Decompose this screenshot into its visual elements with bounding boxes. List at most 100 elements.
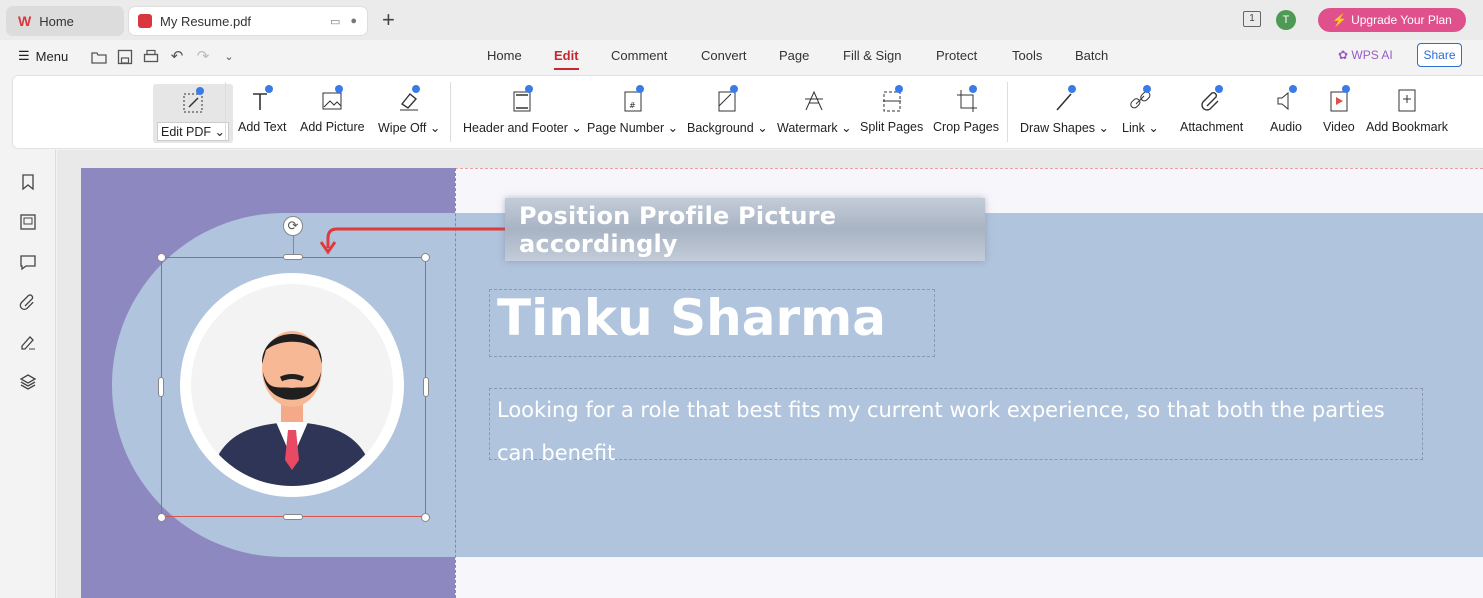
avatar[interactable]: T (1276, 10, 1296, 30)
arrow-annotation-icon (319, 227, 505, 255)
background-button[interactable]: Background ⌄ (687, 84, 768, 135)
crop-pages-label: Crop Pages (933, 120, 1000, 134)
watermark-button[interactable]: Watermark ⌄ (777, 84, 852, 135)
ribbon-divider (1007, 82, 1008, 142)
upgrade-button[interactable]: ⚡ Upgrade Your Plan (1318, 8, 1466, 32)
header-footer-icon (509, 84, 535, 114)
split-pages-label: Split Pages (860, 120, 924, 134)
video-button[interactable]: Video (1323, 84, 1355, 134)
ribbon-divider (450, 82, 451, 142)
ai-spark-icon: ✿ (1338, 48, 1349, 62)
link-label: Link (1122, 121, 1145, 135)
resize-handle-right[interactable] (423, 377, 429, 397)
add-picture-label: Add Picture (300, 120, 365, 134)
signature-icon[interactable] (18, 332, 38, 352)
image-selection-box[interactable] (161, 257, 426, 517)
watermark-icon (801, 84, 827, 114)
add-text-button[interactable]: Add Text (238, 84, 286, 134)
attachment-button[interactable]: Attachment (1180, 84, 1243, 134)
split-pages-icon (879, 84, 905, 114)
page-number-label: Page Number (587, 121, 665, 135)
resize-handle-bottom-right[interactable] (421, 513, 430, 522)
monitor-icon[interactable]: ▭ (330, 15, 340, 28)
crop-pages-button[interactable]: Crop Pages (933, 84, 999, 134)
link-icon (1127, 84, 1153, 114)
undo-icon[interactable]: ↶ (168, 48, 186, 66)
draw-shapes-icon (1052, 84, 1078, 114)
page-indicator-icon[interactable]: 1 (1243, 11, 1261, 27)
header-band (455, 213, 1483, 557)
resize-handle-top[interactable] (283, 254, 303, 260)
edit-pdf-button[interactable]: Edit PDF ⌄ (153, 84, 233, 143)
print-icon[interactable] (142, 48, 160, 66)
wipe-off-button[interactable]: Wipe Off ⌄ (378, 84, 440, 135)
tab-home-nav[interactable]: Home (487, 48, 522, 63)
menu-label: Menu (35, 48, 69, 64)
tab-tools[interactable]: Tools (1012, 48, 1042, 63)
add-picture-button[interactable]: Add Picture (300, 84, 365, 134)
menu-button[interactable]: ☰ Menu (18, 48, 68, 64)
tab-protect[interactable]: Protect (936, 48, 977, 63)
split-pages-button[interactable]: Split Pages (860, 84, 923, 134)
thumbnails-icon[interactable] (18, 212, 38, 232)
bookmark-icon[interactable] (18, 172, 38, 192)
pdf-icon (138, 14, 152, 28)
audio-button[interactable]: Audio (1270, 84, 1302, 134)
attachment-label: Attachment (1180, 120, 1244, 134)
resize-handle-bottom-left[interactable] (157, 513, 166, 522)
tab-fill-sign[interactable]: Fill & Sign (843, 48, 902, 63)
rotate-handle-icon[interactable]: ⟳ (283, 216, 303, 236)
tab-home[interactable]: W Home (6, 6, 124, 36)
wps-ai-button[interactable]: ✿ WPS AI (1338, 48, 1393, 62)
resize-handle-bottom[interactable] (283, 514, 303, 520)
save-icon[interactable] (116, 48, 134, 66)
redo-icon[interactable]: ↷ (194, 48, 212, 66)
attachment-panel-icon[interactable] (18, 292, 38, 312)
tab-batch[interactable]: Batch (1075, 48, 1108, 63)
layers-icon[interactable] (18, 372, 38, 392)
wps-ai-label: WPS AI (1351, 48, 1393, 62)
resume-objective[interactable]: Looking for a role that best fits my cur… (497, 389, 1423, 475)
eraser-icon (396, 84, 422, 114)
add-bookmark-label: Add Bookmark (1366, 120, 1448, 134)
tab-page[interactable]: Page (779, 48, 809, 63)
header-footer-label: Header and Footer (463, 121, 568, 135)
resume-name[interactable]: Tinku Sharma (497, 289, 886, 347)
header-footer-button[interactable]: Header and Footer ⌄ (463, 84, 582, 135)
add-bookmark-button[interactable]: Add Bookmark (1366, 84, 1448, 134)
link-button[interactable]: Link ⌄ (1122, 84, 1159, 135)
draw-shapes-button[interactable]: Draw Shapes ⌄ (1020, 84, 1109, 135)
tab-comment[interactable]: Comment (611, 48, 667, 63)
document-canvas: ⟳ Position Profile Picture accordingly T… (57, 150, 1483, 598)
tab-edit[interactable]: Edit (554, 48, 579, 70)
instruction-callout: Position Profile Picture accordingly (505, 198, 985, 261)
tab-convert[interactable]: Convert (701, 48, 747, 63)
ribbon-divider (225, 82, 226, 142)
tab-home-label: Home (39, 13, 74, 29)
tab-document[interactable]: My Resume.pdf ▭ ● (128, 6, 368, 36)
background-label: Background (687, 121, 754, 135)
add-text-icon (249, 84, 275, 114)
edit-pdf-label: Edit PDF (161, 125, 212, 139)
audio-icon (1273, 84, 1299, 114)
resize-handle-left[interactable] (158, 377, 164, 397)
resize-handle-top-left[interactable] (157, 253, 166, 262)
ribbon-toolbar: Edit PDF ⌄ Add Text Add Picture Wipe Off… (12, 75, 1483, 149)
page-margin-guide (455, 168, 1483, 169)
svg-text:#: # (629, 101, 636, 110)
page-number-button[interactable]: # Page Number ⌄ (587, 84, 678, 135)
chevron-down-icon[interactable]: ⌄ (220, 48, 238, 66)
draw-shapes-label: Draw Shapes (1020, 121, 1096, 135)
page-number-icon: # (620, 84, 646, 114)
video-icon (1326, 84, 1352, 114)
comment-icon[interactable] (18, 252, 38, 272)
edit-pdf-icon (180, 86, 206, 116)
wps-logo-icon: W (18, 13, 32, 29)
unsaved-dot-icon[interactable]: ● (350, 15, 357, 28)
hamburger-icon: ☰ (18, 48, 30, 63)
open-folder-icon[interactable] (90, 48, 108, 66)
tab-document-label: My Resume.pdf (160, 13, 252, 29)
attachment-icon (1199, 84, 1225, 114)
share-button[interactable]: Share (1417, 43, 1462, 67)
new-tab-button[interactable]: + (382, 8, 395, 32)
